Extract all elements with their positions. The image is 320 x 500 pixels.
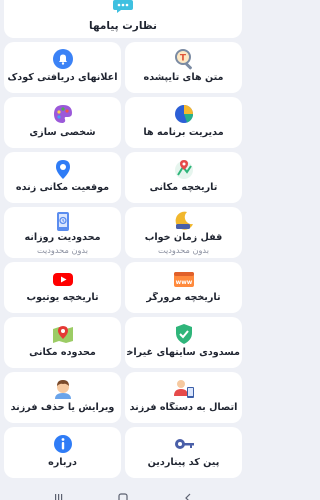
- shield-check-icon: [175, 324, 192, 344]
- system-nav-bar: [0, 490, 246, 500]
- tile-block-immoral-sites[interactable]: مسدودی سایتهای غیراخلاقی: [125, 317, 242, 368]
- tile-daily-limit[interactable]: محدودیت روزانه بدون محدودیت: [4, 207, 121, 258]
- person-device-icon: [173, 380, 194, 398]
- tile-location-history[interactable]: تاریخچه مکانی: [125, 152, 242, 203]
- tile-label: مسدودی سایتهای غیراخلاقی: [127, 347, 240, 358]
- message-monitoring-label: نظارت پیامها: [89, 20, 157, 32]
- phone-limit-icon: [56, 212, 69, 231]
- tile-label: تاریخچه مکانی: [149, 182, 218, 193]
- tile-label: مدیریت برنامه ها: [143, 127, 224, 138]
- tile-typed-text[interactable]: T متن های تایپشده: [125, 42, 242, 93]
- bell-icon: [52, 49, 73, 69]
- tile-sublabel: بدون محدودیت: [36, 245, 89, 255]
- palette-icon: [53, 105, 72, 123]
- svg-text:T: T: [179, 54, 186, 64]
- svg-text:www: www: [175, 279, 192, 286]
- key-icon: [174, 439, 194, 449]
- map-area-icon: [52, 326, 73, 343]
- tile-sublabel: بدون محدودیت: [157, 245, 210, 255]
- tile-label: موقعیت مکانی زنده: [15, 182, 110, 193]
- map-history-icon: [174, 160, 193, 179]
- tile-label: پین کد پیناردین: [147, 457, 220, 468]
- tile-label: شخصی سازی: [29, 127, 96, 138]
- tile-youtube-history[interactable]: تاریخچه یوتیوب: [4, 262, 121, 313]
- tile-label: تاریخچه مرورگر: [146, 292, 221, 303]
- tile-geofence[interactable]: محدوده مکانی: [4, 317, 121, 368]
- moon-bed-icon: [175, 211, 193, 230]
- youtube-icon: [52, 273, 73, 286]
- tile-personalize[interactable]: شخصی سازی: [4, 97, 121, 148]
- feature-grid: اعلانهای دریافتی کودک T متن های تایپشده …: [4, 42, 242, 482]
- tile-browser-history[interactable]: www تاریخچه مرورگر: [125, 262, 242, 313]
- pie-chart-icon: [174, 105, 193, 123]
- tile-label: قفل زمان خواب: [144, 232, 223, 243]
- tile-app-management[interactable]: مدیریت برنامه ها: [125, 97, 242, 148]
- tile-live-location[interactable]: موقعیت مکانی زنده: [4, 152, 121, 203]
- tile-about[interactable]: درباره: [4, 427, 121, 478]
- tile-label: تاریخچه یوتیوب: [26, 292, 99, 303]
- location-pin-icon: [55, 160, 70, 179]
- tile-label: محدودیت روزانه: [24, 232, 101, 243]
- tile-label: محدوده مکانی: [29, 347, 96, 358]
- child-avatar-icon: [54, 380, 71, 399]
- tile-connect-child-device[interactable]: اتصال به دستگاه فرزند: [125, 372, 242, 423]
- chat-bubble-icon: [113, 0, 133, 13]
- tile-label: متن های تایپشده: [143, 72, 224, 83]
- info-icon: [53, 435, 72, 453]
- browser-www-icon: www: [173, 272, 194, 287]
- tile-edit-remove-child[interactable]: ویرایش یا حذف فرزند: [4, 372, 121, 423]
- tile-label: اعلانهای دریافتی کودک: [7, 72, 118, 83]
- home-icon[interactable]: [117, 493, 129, 500]
- tile-label: درباره: [48, 457, 77, 468]
- tile-label: ویرایش یا حذف فرزند: [10, 402, 115, 413]
- tile-bedtime-lock[interactable]: قفل زمان خواب بدون محدودیت: [125, 207, 242, 258]
- tile-label: اتصال به دستگاه فرزند: [129, 402, 238, 413]
- message-monitoring-card[interactable]: نظارت پیامها: [4, 0, 242, 38]
- tile-pin-code[interactable]: پین کد پیناردین: [125, 427, 242, 478]
- recent-apps-icon[interactable]: [52, 493, 64, 500]
- tile-child-notifications[interactable]: اعلانهای دریافتی کودک: [4, 42, 121, 93]
- back-icon[interactable]: [182, 493, 194, 500]
- typing-magnifier-icon: T: [174, 49, 192, 70]
